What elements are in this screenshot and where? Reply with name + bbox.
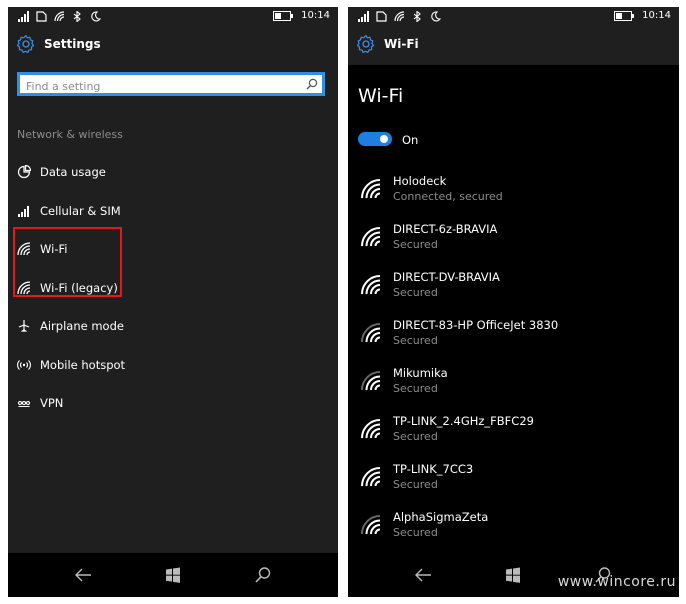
wifi-signal-icon — [361, 179, 381, 199]
network-name: Mikumika — [393, 366, 448, 380]
wifi-screen: 10:14 Wi-Fi Wi-Fi On Holodeck Connected,… — [348, 7, 679, 597]
wifi-status-icon — [54, 11, 65, 22]
back-arrow-icon[interactable] — [73, 566, 93, 584]
network-name: TP-LINK_7CC3 — [393, 462, 474, 476]
network-item[interactable]: DIRECT-DV-BRAVIA Secured — [358, 267, 668, 315]
menu-item-label: Cellular & SIM — [40, 203, 121, 218]
wifi-signal-icon — [361, 515, 381, 535]
cellular-signal-icon — [18, 205, 29, 217]
network-item[interactable]: TP-LINK_2.4GHz_FBFC29 Secured — [358, 411, 668, 459]
hotspot-icon — [17, 359, 31, 370]
back-arrow-icon[interactable] — [413, 566, 433, 584]
network-item[interactable]: AlphaSigmaZeta Secured — [358, 507, 668, 555]
wifi-signal-icon — [361, 467, 381, 487]
wifi-signal-icon — [361, 275, 381, 295]
network-name: Holodeck — [393, 174, 447, 188]
sim-icon — [36, 11, 47, 22]
quiet-hours-moon-icon — [91, 11, 101, 22]
watermark: www.wincore.ru — [557, 574, 676, 590]
menu-item-label: Data usage — [40, 165, 106, 180]
network-name: DIRECT-83-HP OfficeJet 3830 — [393, 318, 559, 332]
battery-icon — [614, 10, 635, 21]
windows-logo-icon[interactable] — [163, 566, 183, 584]
status-bar: 10:14 — [8, 7, 338, 27]
search-icon[interactable] — [306, 78, 318, 90]
status-clock: 10:14 — [301, 10, 330, 21]
network-item[interactable]: DIRECT-6z-BRAVIA Secured — [358, 219, 668, 267]
signal-strength-icon — [358, 11, 369, 22]
network-item[interactable]: TP-LINK_7CC3 Secured — [358, 459, 668, 507]
section-header: Network & wireless — [17, 128, 123, 141]
network-name: DIRECT-DV-BRAVIA — [393, 270, 500, 284]
network-name: AlphaSigmaZeta — [393, 510, 489, 524]
app-header: Wi-Fi — [356, 34, 419, 54]
menu-item-label: VPN — [40, 396, 64, 411]
bluetooth-icon — [73, 11, 81, 22]
windows-logo-icon[interactable] — [503, 566, 523, 584]
network-status: Connected, secured — [393, 190, 503, 203]
wifi-toggle-label: On — [402, 133, 419, 147]
page-title: Settings — [44, 37, 101, 51]
app-header: Settings — [16, 34, 101, 54]
network-status: Secured — [393, 286, 438, 299]
network-name: TP-LINK_2.4GHz_FBFC29 — [393, 414, 534, 428]
network-item[interactable]: Holodeck Connected, secured — [358, 171, 668, 219]
signal-strength-icon — [18, 11, 29, 22]
menu-item-label: Airplane mode — [40, 319, 124, 334]
wifi-signal-icon — [361, 227, 381, 247]
menu-item-vpn[interactable]: VPN — [17, 384, 327, 423]
gear-icon — [356, 34, 375, 53]
app-header-title: Wi-Fi — [384, 37, 419, 51]
network-status: Secured — [393, 238, 438, 251]
bluetooth-icon — [413, 11, 421, 22]
quiet-hours-moon-icon — [431, 11, 441, 22]
sim-icon — [376, 11, 387, 22]
search-box[interactable] — [17, 72, 325, 96]
menu-item-airplane-mode[interactable]: Airplane mode — [17, 307, 327, 346]
network-status: Secured — [393, 526, 438, 539]
status-clock: 10:14 — [642, 10, 671, 21]
network-list: Holodeck Connected, secured DIRECT-6z-BR… — [358, 171, 668, 555]
menu-item-cellular-sim[interactable]: Cellular & SIM — [17, 192, 327, 231]
data-usage-icon — [17, 165, 31, 179]
battery-icon — [273, 10, 294, 21]
network-status: Secured — [393, 334, 438, 347]
search-input[interactable] — [20, 77, 306, 96]
network-item[interactable]: Mikumika Secured — [358, 363, 668, 411]
menu-item-data-usage[interactable]: Data usage — [17, 153, 327, 192]
network-item[interactable]: DIRECT-83-HP OfficeJet 3830 Secured — [358, 315, 668, 363]
nav-bar — [8, 553, 338, 597]
network-status: Secured — [393, 430, 438, 443]
highlight-box — [13, 227, 122, 297]
menu-item-mobile-hotspot[interactable]: Mobile hotspot — [17, 346, 327, 385]
network-status: Secured — [393, 478, 438, 491]
status-bar: 10:14 — [348, 7, 679, 27]
network-status: Secured — [393, 382, 438, 395]
menu-item-label: Mobile hotspot — [40, 357, 126, 372]
wifi-signal-icon — [361, 419, 381, 439]
gear-icon — [16, 34, 35, 53]
network-name: DIRECT-6z-BRAVIA — [393, 222, 498, 236]
wifi-toggle[interactable] — [358, 132, 392, 146]
vpn-icon — [17, 401, 31, 408]
toggle-knob — [380, 135, 388, 143]
airplane-icon — [18, 320, 30, 333]
search-icon[interactable] — [253, 566, 273, 584]
page-title: Wi-Fi — [358, 85, 404, 107]
settings-screen: 10:14 Settings Network & wireless Data u… — [8, 7, 338, 597]
wifi-signal-icon — [361, 371, 381, 391]
wifi-signal-icon — [361, 323, 381, 343]
wifi-status-icon — [394, 11, 405, 22]
